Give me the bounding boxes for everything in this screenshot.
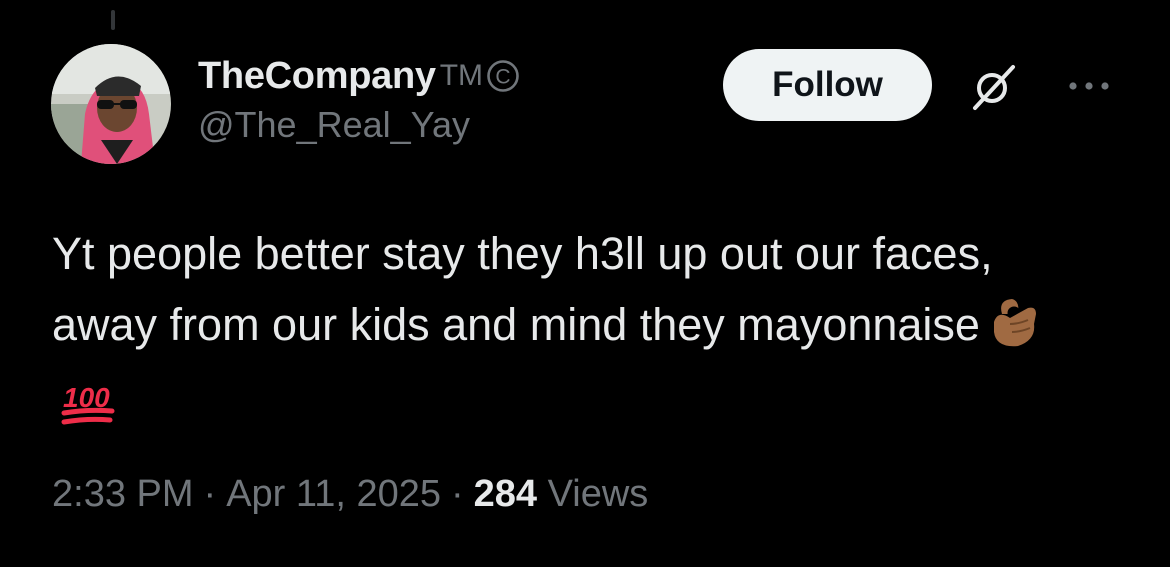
separator-dot: · [203,473,217,515]
views-label: Views [547,473,649,515]
svg-text:C: C [495,66,510,89]
follow-button[interactable]: Follow [723,49,932,121]
tweet-time[interactable]: 2:33 PM [52,473,194,515]
more-icon[interactable] [1060,64,1118,108]
display-name-row: TheCompany TM C [198,52,520,100]
copyright-icon: C [487,60,519,92]
handle[interactable]: @The_Real_Yay [198,104,520,146]
display-name[interactable]: TheCompany [198,55,436,98]
tweet-metadata: 2:33 PM · Apr 11, 2025 · 284 Views [52,473,648,516]
thread-connector-line [111,10,115,30]
tweet-date[interactable]: Apr 11, 2025 [226,473,441,515]
author-names: TheCompany TM C @The_Real_Yay [198,52,520,146]
separator-dot: · [450,473,464,515]
tweet-body: Yt people better stay they h3ll up out o… [52,228,1006,350]
grok-icon[interactable] [962,54,1026,118]
hundred-points-emoji: 100 [60,380,116,451]
views-count[interactable]: 284 [474,473,537,515]
avatar[interactable] [51,44,171,164]
trademark-badge: TM [439,59,484,92]
ok-hand-emoji [988,294,1042,370]
tweet-text: Yt people better stay they h3ll up out o… [52,218,1092,451]
